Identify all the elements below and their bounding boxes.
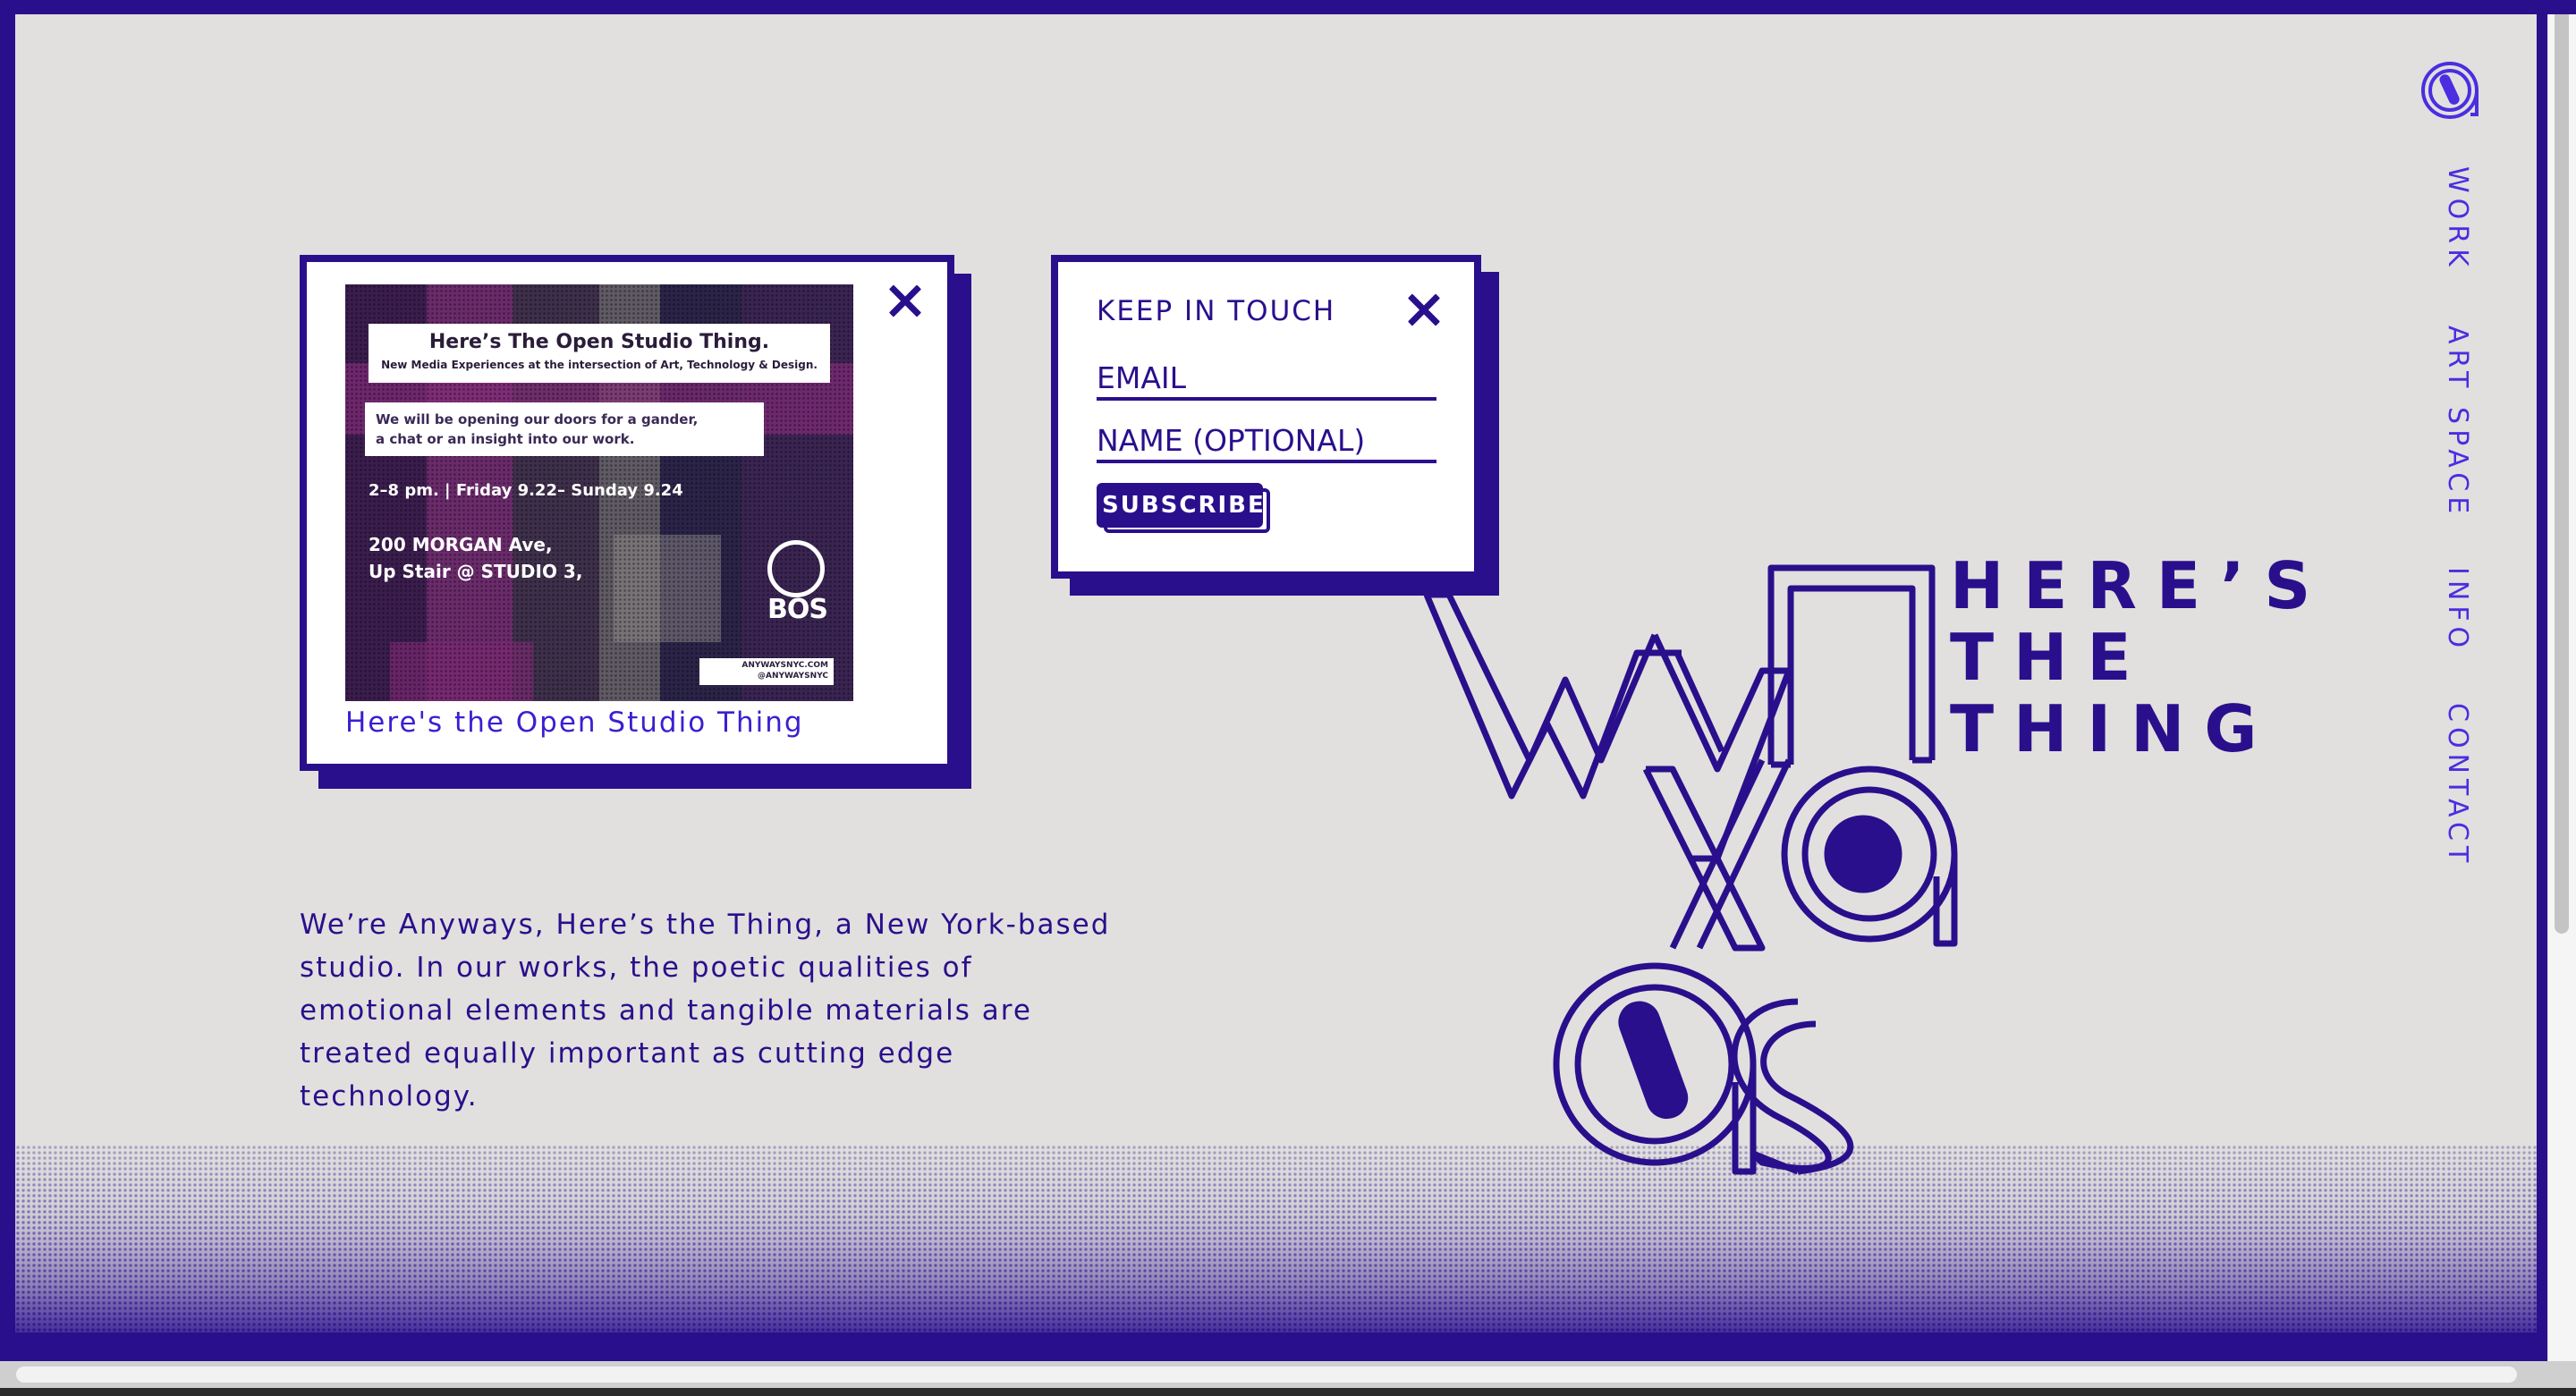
email-field[interactable] <box>1097 358 1436 401</box>
horizontal-scrollbar[interactable] <box>16 1366 2517 1383</box>
subscribe-button[interactable]: SUBSCRIBE <box>1097 483 1264 528</box>
wordmark-line: HERE’S <box>1950 548 2331 623</box>
flyer-title-box: Here’s The Open Studio Thing. New Media … <box>369 324 830 383</box>
flyer-address-line: 200 MORGAN Ave, <box>369 534 553 555</box>
flyer-tag: @ANYWAYSNYC <box>758 672 828 681</box>
close-icon[interactable] <box>1404 290 1444 329</box>
frame-left-border <box>0 0 15 1396</box>
intro-line: technology. <box>300 1080 479 1113</box>
intro-line: emotional elements and tangible material… <box>300 994 1032 1027</box>
nav-item-work[interactable]: WORK <box>2442 166 2473 272</box>
flyer-tag: ANYWAYSNYC.COM <box>741 661 828 670</box>
intro-paragraph: We’re Anyways, Here’s the Thing, a New Y… <box>300 903 1131 1118</box>
intro-line: studio. In our works, the poetic qualiti… <box>300 952 973 984</box>
nav-item-contact[interactable]: CONTACT <box>2442 703 2473 867</box>
wordmark-line: THE <box>1950 620 2151 695</box>
intro-line: treated equally important as cutting edg… <box>300 1037 955 1070</box>
event-card-link[interactable]: Here's the Open Studio Thing <box>345 706 804 739</box>
flyer-subtitle: New Media Experiences at the intersectio… <box>381 359 818 371</box>
nav-item-art-space[interactable]: ART SPACE <box>2442 326 2473 519</box>
nav-item-info[interactable]: INFO <box>2442 567 2473 653</box>
wordmark-tagline: HERE’S THE THING <box>1950 550 2330 765</box>
flyer-title: Here’s The Open Studio Thing. <box>428 331 770 353</box>
flyer-address: 200 MORGAN Ave, Up Stair @ STUDIO 3, <box>369 531 582 585</box>
wordmark-line: THING <box>1950 691 2277 766</box>
flyer-blurb-line: We will be opening our doors for a gande… <box>376 411 699 427</box>
flyer-blurb-line: a chat or an insight into our work. <box>376 431 635 447</box>
flyer-address-line: Up Stair @ STUDIO 3, <box>369 561 583 582</box>
flyer-logo-text: BOS <box>767 594 828 625</box>
intro-line: We’re Anyways, Here’s the Thing, a New Y… <box>300 909 1111 941</box>
anyways-logo-icon[interactable] <box>2419 59 2481 122</box>
window-bottom-edge <box>0 1388 2576 1396</box>
event-flyer-image[interactable]: Here’s The Open Studio Thing. New Media … <box>345 284 853 701</box>
flyer-blurb-box: We will be opening our doors for a gande… <box>365 402 764 456</box>
flyer-when: 2–8 pm. | Friday 9.22– Sunday 9.24 <box>369 481 683 500</box>
flyer-band <box>390 642 533 701</box>
frame-bottom-border <box>0 1333 2547 1361</box>
close-icon[interactable] <box>886 281 925 320</box>
flyer-band <box>614 535 721 642</box>
frame-top-border <box>0 0 2576 14</box>
flyer-logo: BOS <box>767 540 830 630</box>
flyer-logo-ring-icon <box>767 540 825 597</box>
name-field[interactable] <box>1097 420 1436 463</box>
vertical-scrollbar[interactable] <box>2555 4 2569 934</box>
flyer-tags: ANYWAYSNYC.COM @ANYWAYSNYC <box>699 658 834 685</box>
frame-right-border <box>2537 0 2547 1377</box>
subscribe-heading: KEEP IN TOUCH <box>1097 295 1336 327</box>
